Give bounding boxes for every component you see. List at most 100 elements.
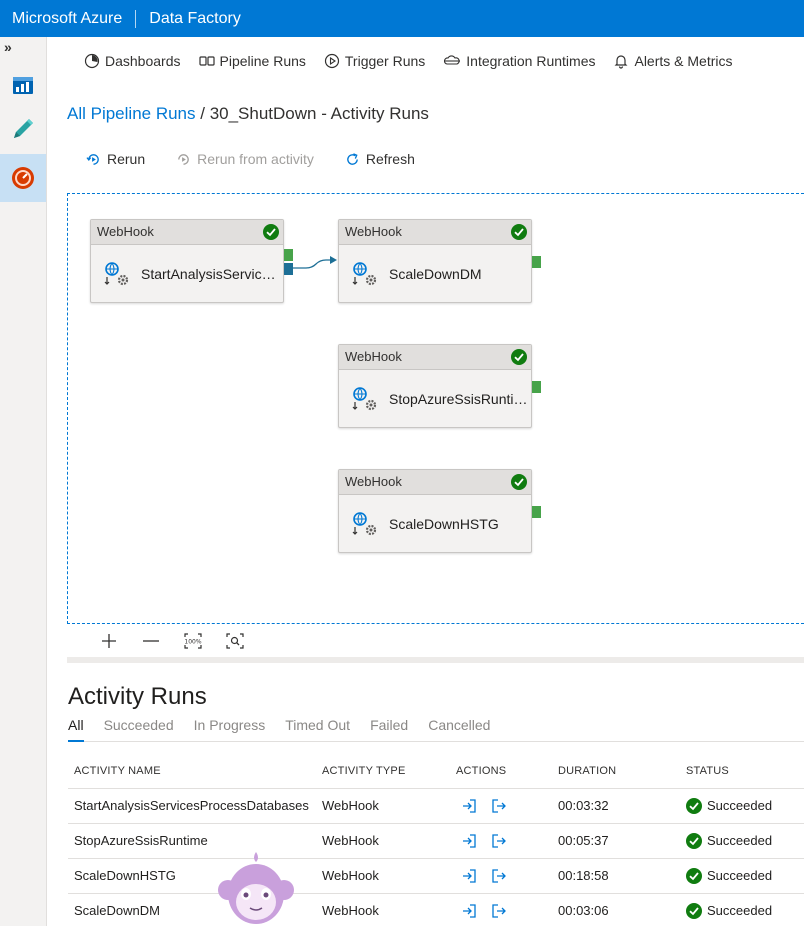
play-circle-icon [324, 53, 339, 69]
zoom-in-button[interactable] [88, 630, 130, 652]
tab-pipeline-runs[interactable]: Pipeline Runs [198, 50, 306, 72]
breadcrumb-all-pipeline-runs-link[interactable]: All Pipeline Runs [67, 104, 196, 123]
tab-alerts-metrics-label: Alerts & Metrics [634, 53, 733, 69]
duration-cell: 00:03:06 [558, 893, 686, 926]
breadcrumb-current: 30_ShutDown - Activity Runs [209, 104, 429, 123]
activity-name-cell: StartAnalysisServicesProcessDatabases [68, 788, 316, 824]
tab-alerts-metrics[interactable]: Alerts & Metrics [613, 50, 733, 72]
zoom-100-button[interactable]: 100% [172, 630, 214, 652]
success-output-port[interactable] [532, 506, 541, 518]
success-check-icon [686, 867, 702, 884]
activity-node-type: WebHook [345, 224, 402, 239]
table-row[interactable]: StopAzureSsisRuntime WebHook 00:05:37 Su… [68, 823, 804, 859]
tab-pipeline-runs-label: Pipeline Runs [219, 53, 306, 69]
activity-type-cell: WebHook [316, 893, 456, 926]
table-row[interactable]: ScaleDownDM WebHook 00:03:06 Succeeded [68, 893, 804, 926]
view-output-icon[interactable] [491, 868, 507, 884]
webhook-icon [352, 261, 377, 285]
section-divider [67, 657, 804, 663]
success-output-port[interactable] [532, 381, 541, 393]
table-row[interactable]: StartAnalysisServicesProcessDatabases We… [68, 788, 804, 824]
view-input-icon[interactable] [461, 868, 477, 884]
refresh-button[interactable]: Refresh [345, 151, 415, 167]
activity-node[interactable]: WebHook StartAnalysisServicesP... [90, 219, 293, 303]
activity-node[interactable]: WebHook ScaleDownDM [338, 219, 541, 303]
duration-cell: 00:05:37 [558, 823, 686, 859]
activity-type-cell: WebHook [316, 858, 456, 894]
activity-node[interactable]: WebHook StopAzureSsisRuntime... [338, 344, 541, 428]
author-pencil-icon [14, 119, 33, 138]
product-title[interactable]: Data Factory [136, 10, 241, 28]
table-row[interactable]: ScaleDownHSTG WebHook 00:18:58 Succeeded [68, 858, 804, 894]
tab-trigger-runs-label: Trigger Runs [344, 53, 426, 69]
view-output-icon[interactable] [491, 833, 507, 849]
filter-cancelled[interactable]: Cancelled [428, 717, 490, 741]
status-cell: Succeeded [686, 902, 804, 919]
tab-dashboards[interactable]: Dashboards [84, 50, 181, 72]
bell-icon [615, 55, 628, 69]
breadcrumb: All Pipeline Runs / 30_ShutDown - Activi… [67, 104, 429, 124]
tab-integration-runtimes[interactable]: Integration Runtimes [443, 50, 595, 72]
success-check-icon [686, 797, 702, 814]
filter-failed[interactable]: Failed [370, 717, 408, 741]
activity-node-type: WebHook [97, 224, 154, 239]
activity-node[interactable]: WebHook ScaleDownHSTG [338, 469, 541, 553]
column-header-status[interactable]: STATUS [686, 755, 804, 789]
success-check-icon [686, 832, 702, 849]
table-header-row: ACTIVITY NAME ACTIVITY TYPE ACTIONS DURA… [68, 755, 804, 789]
activity-node-header: WebHook [339, 345, 531, 370]
column-header-activity-name[interactable]: ACTIVITY NAME [68, 755, 316, 789]
column-header-duration[interactable]: DURATION [558, 755, 686, 789]
success-check-icon [511, 474, 527, 490]
refresh-label: Refresh [365, 151, 415, 167]
pipeline-canvas[interactable]: WebHook StartAnalysisServicesP... WebHoo… [67, 193, 804, 624]
filter-all[interactable]: All [68, 717, 84, 742]
view-input-icon[interactable] [461, 833, 477, 849]
view-input-icon[interactable] [461, 903, 477, 919]
activity-dependency-arrow [292, 256, 337, 269]
filter-succeeded[interactable]: Succeeded [104, 717, 174, 741]
filter-in-progress[interactable]: In Progress [194, 717, 266, 741]
rail-item-author[interactable] [0, 105, 46, 153]
activity-runs-table: ACTIVITY NAME ACTIVITY TYPE ACTIONS DURA… [68, 755, 804, 926]
breadcrumb-separator: / [195, 104, 210, 123]
tab-integration-runtimes-label: Integration Runtimes [466, 53, 596, 69]
zoom-out-button[interactable] [130, 630, 172, 652]
webhook-icon [104, 261, 129, 285]
rerun-from-activity-button[interactable]: Rerun from activity [176, 151, 314, 167]
view-output-icon[interactable] [491, 903, 507, 919]
brand-link[interactable]: Microsoft Azure [0, 10, 135, 28]
view-output-icon[interactable] [491, 798, 507, 814]
filter-timed-out[interactable]: Timed Out [285, 717, 350, 741]
rerun-button[interactable]: Rerun [86, 151, 145, 167]
svg-text:100%: 100% [184, 639, 201, 646]
success-output-port[interactable] [532, 256, 541, 268]
activity-node-name: StopAzureSsisRuntime... [389, 390, 531, 407]
column-header-activity-type[interactable]: ACTIVITY TYPE [316, 755, 456, 789]
tab-trigger-runs[interactable]: Trigger Runs [324, 50, 425, 72]
activity-runs-title: Activity Runs [68, 683, 207, 710]
webhook-icon [352, 386, 377, 410]
status-label: Succeeded [707, 903, 773, 918]
rail-item-dashboard[interactable] [0, 61, 46, 109]
duration-cell: 00:03:32 [558, 788, 686, 824]
tab-dashboards-label: Dashboards [105, 53, 181, 69]
left-rail: » [0, 37, 47, 926]
rerun-label: Rerun [107, 151, 146, 167]
activity-node-name: ScaleDownHSTG [389, 515, 499, 532]
zoom-fit-button[interactable] [214, 630, 256, 652]
status-label: Succeeded [707, 833, 773, 848]
webhook-icon [352, 511, 377, 535]
rerun-from-activity-icon [178, 153, 189, 165]
dashboard-icon [13, 77, 33, 94]
completion-output-port[interactable] [284, 263, 293, 275]
rerun-icon [86, 153, 99, 165]
success-output-port[interactable] [284, 249, 293, 261]
expand-rail-button[interactable]: » [4, 39, 12, 55]
rail-item-monitor[interactable] [0, 154, 46, 202]
cloud-link-icon [444, 55, 461, 65]
top-bar: Microsoft Azure Data Factory [0, 0, 804, 37]
rerun-from-activity-label: Rerun from activity [197, 151, 314, 167]
activity-node-type: WebHook [345, 474, 402, 489]
view-input-icon[interactable] [461, 798, 477, 814]
